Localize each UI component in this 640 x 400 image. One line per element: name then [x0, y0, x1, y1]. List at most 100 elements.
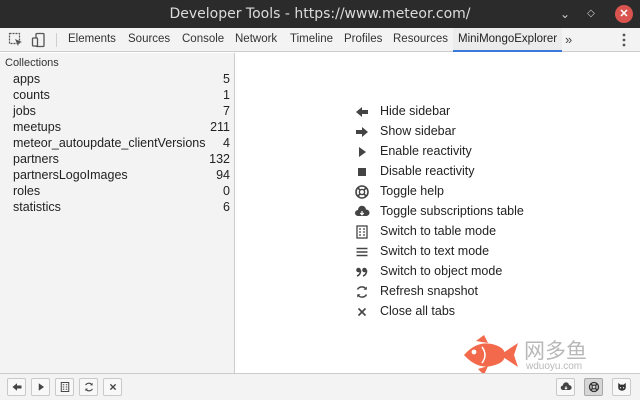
- collection-count: 7: [223, 104, 230, 118]
- help-item-hide-sidebar: Hide sidebar: [354, 103, 614, 121]
- collection-item[interactable]: meteor_autoupdate_clientVersions 4: [0, 136, 235, 152]
- collection-item[interactable]: counts 1: [0, 88, 235, 104]
- help-label: Close all tabs: [380, 304, 456, 318]
- help-panel: Hide sidebar Show sidebar Enable reactiv…: [236, 53, 640, 373]
- collection-count: 0: [223, 184, 230, 198]
- toggle-help-button[interactable]: [584, 378, 603, 396]
- collection-name: apps: [13, 72, 41, 86]
- quote-icon: [354, 264, 370, 280]
- close-icon: [109, 383, 117, 391]
- refresh-snapshot-button[interactable]: [79, 378, 98, 396]
- window-titlebar: Developer Tools - https://www.meteor.com…: [0, 0, 640, 28]
- menu-kebab-icon[interactable]: [621, 33, 627, 47]
- help-label: Switch to text mode: [380, 244, 490, 258]
- collection-name: meetups: [13, 120, 61, 134]
- collection-count: 94: [216, 168, 230, 182]
- refresh-icon: [354, 284, 370, 300]
- collection-item[interactable]: roles 0: [0, 184, 235, 200]
- tab-sources[interactable]: Sources: [128, 28, 170, 52]
- collection-name: statistics: [13, 200, 61, 214]
- tab-minimongoexplorer[interactable]: MiniMongoExplorer: [453, 28, 563, 52]
- collection-item[interactable]: statistics 6: [0, 200, 235, 216]
- tab-resources[interactable]: Resources: [393, 28, 448, 52]
- tab-elements[interactable]: Elements: [68, 28, 116, 52]
- window-title: Developer Tools - https://www.meteor.com…: [169, 6, 471, 22]
- collection-count: 5: [223, 72, 230, 86]
- github-button[interactable]: [612, 378, 631, 396]
- arrow-left-icon: [12, 383, 22, 391]
- tab-profiles[interactable]: Profiles: [344, 28, 382, 52]
- collection-item[interactable]: meetups 211: [0, 120, 235, 136]
- help-item-text-mode: Switch to text mode: [354, 243, 614, 261]
- collection-name: partnersLogoImages: [13, 168, 128, 182]
- help-item-enable-reactivity: Enable reactivity: [354, 143, 614, 161]
- collections-sidebar: Collections apps 5 counts 1 jobs 7 meetu…: [0, 53, 235, 373]
- help-label: Disable reactivity: [380, 164, 475, 178]
- collection-name: counts: [13, 88, 50, 102]
- collection-count: 6: [223, 200, 230, 214]
- collections-heading: Collections: [5, 57, 59, 69]
- help-label: Show sidebar: [380, 124, 456, 138]
- close-tabs-button[interactable]: [103, 378, 122, 396]
- watermark-subtext: wduoyu.com: [526, 361, 583, 372]
- help-label: Toggle help: [380, 184, 444, 198]
- help-label: Toggle subscriptions table: [380, 204, 524, 218]
- help-item-show-sidebar: Show sidebar: [354, 123, 614, 141]
- text-lines-icon: [354, 244, 370, 260]
- collection-name: jobs: [13, 104, 36, 118]
- help-item-table-mode: Switch to table mode: [354, 223, 614, 241]
- help-label: Hide sidebar: [380, 104, 451, 118]
- help-item-refresh: Refresh snapshot: [354, 283, 614, 301]
- tab-network[interactable]: Network: [235, 28, 277, 52]
- fish-logo-icon: [464, 335, 518, 375]
- tab-console[interactable]: Console: [182, 28, 224, 52]
- collection-name: partners: [13, 152, 59, 166]
- lifebuoy-icon: [588, 381, 600, 393]
- close-icon: [354, 304, 370, 320]
- maximize-button[interactable]: ◇: [582, 5, 600, 23]
- collection-count: 132: [209, 152, 230, 166]
- inspect-element-icon[interactable]: [8, 32, 24, 48]
- collection-count: 4: [223, 136, 230, 150]
- minimize-button[interactable]: ⌄: [556, 5, 574, 23]
- help-item-disable-reactivity: Disable reactivity: [354, 163, 614, 181]
- devtools-tabbar: Elements Sources Console Network Timelin…: [0, 28, 640, 52]
- device-mode-icon[interactable]: [31, 32, 47, 48]
- enable-reactivity-button[interactable]: [31, 378, 50, 396]
- hide-sidebar-button[interactable]: [7, 378, 26, 396]
- bottom-toolbar: [0, 373, 640, 400]
- tab-timeline[interactable]: Timeline: [290, 28, 333, 52]
- help-item-object-mode: Switch to object mode: [354, 263, 614, 281]
- table-icon: [354, 224, 370, 240]
- collection-count: 211: [210, 120, 230, 134]
- help-label: Switch to table mode: [380, 224, 497, 238]
- arrow-left-icon: [354, 104, 370, 120]
- toolbar-divider: [56, 33, 57, 47]
- play-icon: [354, 144, 370, 160]
- collection-item[interactable]: partners 132: [0, 152, 235, 168]
- github-icon: [618, 382, 626, 391]
- collection-item[interactable]: apps 5: [0, 72, 235, 88]
- more-tabs-button[interactable]: »: [565, 28, 572, 52]
- toggle-subscriptions-button[interactable]: [556, 378, 575, 396]
- help-item-close-tabs: Close all tabs: [354, 303, 614, 321]
- play-icon: [38, 383, 44, 391]
- table-mode-button[interactable]: [55, 378, 74, 396]
- lifebuoy-icon: [354, 184, 370, 200]
- stop-icon: [354, 164, 370, 180]
- refresh-icon: [85, 382, 93, 392]
- cloud-download-icon: [354, 204, 370, 220]
- collection-name: meteor_autoupdate_clientVersions: [13, 136, 206, 150]
- arrow-right-icon: [354, 124, 370, 140]
- table-icon: [60, 382, 70, 392]
- help-item-toggle-help: Toggle help: [354, 183, 614, 201]
- watermark: 网多鱼 wduoyu.com: [460, 333, 610, 377]
- collection-name: roles: [13, 184, 41, 198]
- help-label: Enable reactivity: [380, 144, 472, 158]
- collection-item[interactable]: partnersLogoImages 94: [0, 168, 235, 184]
- close-window-button[interactable]: ✕: [615, 5, 633, 23]
- help-label: Refresh snapshot: [380, 284, 478, 298]
- help-label: Switch to object mode: [380, 264, 503, 278]
- help-item-toggle-subscriptions: Toggle subscriptions table: [354, 203, 614, 221]
- collection-item[interactable]: jobs 7: [0, 104, 235, 120]
